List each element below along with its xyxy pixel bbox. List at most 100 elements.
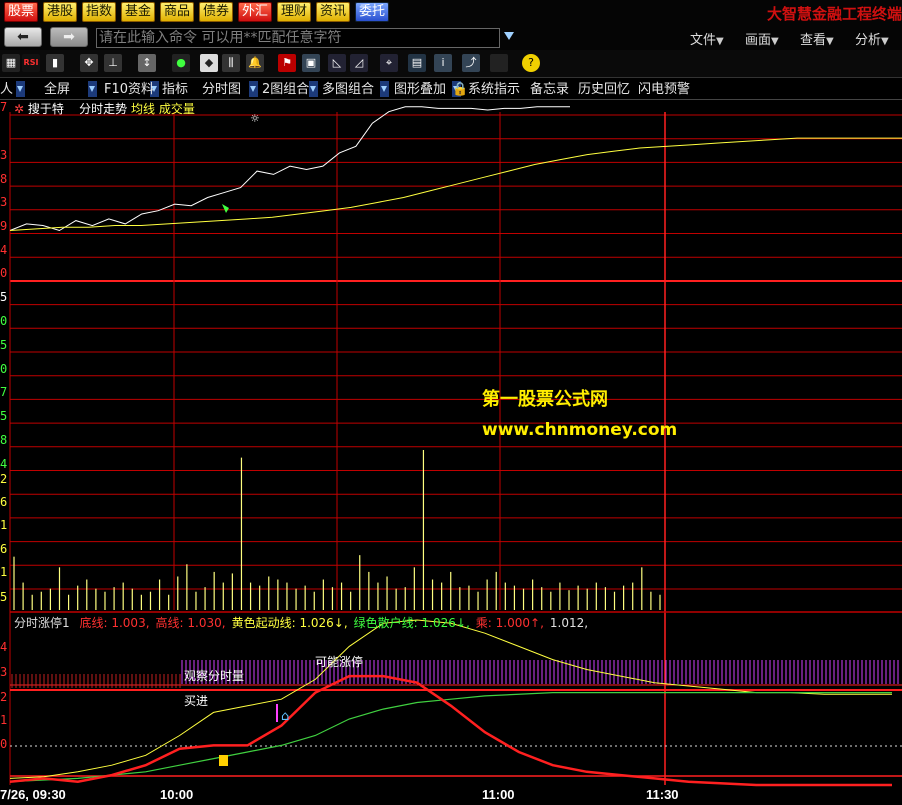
compass-icon[interactable]: ⌖ bbox=[380, 54, 398, 72]
func-tab-2[interactable]: F10资料 bbox=[104, 81, 154, 99]
price-axis-label: 9 bbox=[0, 219, 8, 233]
price-axis-label: 0 bbox=[0, 266, 8, 280]
market-tab-6[interactable]: 外汇 bbox=[238, 2, 272, 22]
crosshair-icon[interactable]: ▦ bbox=[2, 54, 20, 72]
command-dropdown-icon[interactable] bbox=[504, 32, 514, 40]
tab-dropdown-icon[interactable] bbox=[249, 81, 258, 97]
indicator-item-value: 1.000↑, bbox=[495, 616, 544, 630]
indicator-axis-label: 3 bbox=[0, 665, 8, 679]
indicator-item-label: 高线: bbox=[155, 616, 184, 630]
menu-2[interactable]: 查看▼ bbox=[800, 29, 834, 48]
market-tab-2[interactable]: 指数 bbox=[82, 2, 116, 22]
time-label-1130: 11:30 bbox=[646, 787, 679, 802]
candle-icon[interactable]: ▮ bbox=[46, 54, 64, 72]
tab-dropdown-icon[interactable] bbox=[309, 81, 318, 97]
buy-flag-icon bbox=[222, 204, 229, 213]
toolbar: ▦ RSI ▮ ✥ ⊥ ↕ ● ◆ ⫼ 🔔 ⚑ ▣ ◺ ◿ ⌖ ▤ i ⤴? bbox=[0, 50, 902, 78]
chevron-down-icon: ▼ bbox=[716, 36, 724, 47]
command-input[interactable]: 请在此输入命令 可以用**匹配任意字符 bbox=[96, 28, 500, 48]
traffic-light-icon[interactable]: ● bbox=[172, 54, 190, 72]
price-axis-label: 8 bbox=[0, 172, 8, 186]
func-tab-6[interactable]: 多图组合 bbox=[322, 81, 374, 99]
price-axis-label: 3 bbox=[0, 195, 8, 209]
trend-icon[interactable]: ⤴ bbox=[462, 54, 480, 72]
help-icon[interactable]: ? bbox=[522, 54, 540, 72]
window-icon[interactable]: ▣ bbox=[302, 54, 320, 72]
chart-canvas: ☼⌂ bbox=[9, 106, 902, 787]
func-tab-1[interactable]: 全屏 bbox=[44, 81, 70, 99]
rsi-icon[interactable]: RSI bbox=[22, 54, 40, 72]
buy-annotation: 买进 bbox=[184, 694, 209, 708]
market-tab-1[interactable]: 港股 bbox=[43, 2, 77, 22]
func-tab-10[interactable]: 历史回忆 bbox=[578, 81, 630, 99]
market-tab-5[interactable]: 债券 bbox=[199, 2, 233, 22]
func-tab-5[interactable]: 2图组合 bbox=[262, 81, 309, 99]
lock-icon[interactable]: 🔒 bbox=[452, 81, 468, 99]
intraday-chart[interactable]: ☼ ⌂ ✲ 搜于特 分时走势 均线 成交量 分时涨停1 底线: 1.003, 高线:… bbox=[0, 100, 902, 805]
limit-up-annotation: 可能涨停 bbox=[315, 655, 364, 669]
price-axis-label: 8 bbox=[0, 433, 8, 447]
price-axis-label: 5 bbox=[0, 290, 8, 304]
diamond-icon[interactable]: ◆ bbox=[200, 54, 218, 72]
menu-3[interactable]: 分析▼ bbox=[855, 29, 889, 48]
price-axis-label: 7 bbox=[0, 100, 8, 114]
func-tab-9[interactable]: 备忘录 bbox=[530, 81, 569, 99]
sun-marker-icon: ☼ bbox=[250, 112, 260, 125]
move-icon[interactable]: ✥ bbox=[80, 54, 98, 72]
market-tab-3[interactable]: 基金 bbox=[121, 2, 155, 22]
market-tab-9[interactable]: 委托 bbox=[355, 2, 389, 22]
bell-icon[interactable]: 🔔 bbox=[246, 54, 264, 72]
tab-dropdown-icon[interactable] bbox=[88, 81, 97, 97]
flag-icon[interactable]: ⚑ bbox=[278, 54, 296, 72]
stock-tag-icon: ✲ bbox=[14, 102, 25, 116]
func-tab-4[interactable]: 分时图 bbox=[202, 81, 241, 99]
market-tab-8[interactable]: 资讯 bbox=[316, 2, 350, 22]
indicator-axis-label: 4 bbox=[0, 640, 8, 654]
bars-icon[interactable]: ⫼ bbox=[222, 54, 240, 72]
observe-annotation: 观察分时量 bbox=[184, 669, 245, 683]
func-tab-0[interactable]: 人 bbox=[0, 81, 13, 99]
tab-dropdown-icon[interactable] bbox=[380, 81, 389, 97]
measure-icon[interactable]: ◺ bbox=[328, 54, 346, 72]
forward-button[interactable]: ➡ bbox=[50, 27, 88, 47]
menu-label: 分析 bbox=[855, 33, 882, 48]
price-axis-label: 0 bbox=[0, 362, 8, 376]
menu-0[interactable]: 文件▼ bbox=[690, 29, 724, 48]
price-axis-label: 3 bbox=[0, 148, 8, 162]
watermark-url: www.chnmoney.com bbox=[482, 420, 678, 440]
price-axis-label: 0 bbox=[0, 314, 8, 328]
indicator-item-label: 黄色起动线: bbox=[231, 616, 296, 630]
func-tab-3[interactable]: 指标 bbox=[162, 81, 188, 99]
func-tab-11[interactable]: 闪电预警 bbox=[638, 81, 690, 99]
func-tab-8[interactable]: 系统指示 bbox=[468, 81, 520, 99]
volume-legend: 成交量 bbox=[158, 102, 195, 116]
market-tab-0[interactable]: 股票 bbox=[4, 2, 38, 22]
price-axis-label: 5 bbox=[0, 409, 8, 423]
market-tab-4[interactable]: 商品 bbox=[160, 2, 194, 22]
tab-dropdown-icon[interactable] bbox=[16, 81, 25, 97]
zoom-icon[interactable]: ↕ bbox=[138, 54, 156, 72]
volume-axis-label: 1 bbox=[0, 565, 8, 579]
indicator-item: 黄色起动线: 1.026↓, bbox=[232, 616, 348, 630]
market-tab-7[interactable]: 理财 bbox=[277, 2, 311, 22]
average-line bbox=[9, 137, 902, 231]
settings-icon[interactable] bbox=[490, 54, 508, 72]
back-button[interactable]: ⬅ bbox=[4, 27, 42, 47]
info-icon[interactable]: i bbox=[434, 54, 452, 72]
indicator-item-value: 1.012, bbox=[549, 616, 589, 630]
menu-label: 文件 bbox=[690, 33, 717, 48]
indicator-axis-label: 2 bbox=[0, 690, 8, 704]
calendar-icon[interactable]: ▤ bbox=[408, 54, 426, 72]
price-axis-label: 4 bbox=[0, 457, 8, 471]
time-label-1100: 11:00 bbox=[482, 787, 515, 802]
measure2-icon[interactable]: ◿ bbox=[350, 54, 368, 72]
pointer-icon[interactable]: ⊥ bbox=[104, 54, 122, 72]
menu-1[interactable]: 画面▼ bbox=[745, 29, 779, 48]
volume-axis-label: 6 bbox=[0, 542, 8, 556]
avg-legend: 均线 bbox=[131, 102, 156, 116]
menu-label: 查看 bbox=[800, 33, 827, 48]
volume-axis-label: 6 bbox=[0, 495, 8, 509]
indicator-item-value: 1.026↓, bbox=[299, 616, 348, 630]
func-tab-7[interactable]: 图形叠加 bbox=[394, 81, 446, 99]
stock-name: 搜于特 bbox=[27, 102, 64, 116]
